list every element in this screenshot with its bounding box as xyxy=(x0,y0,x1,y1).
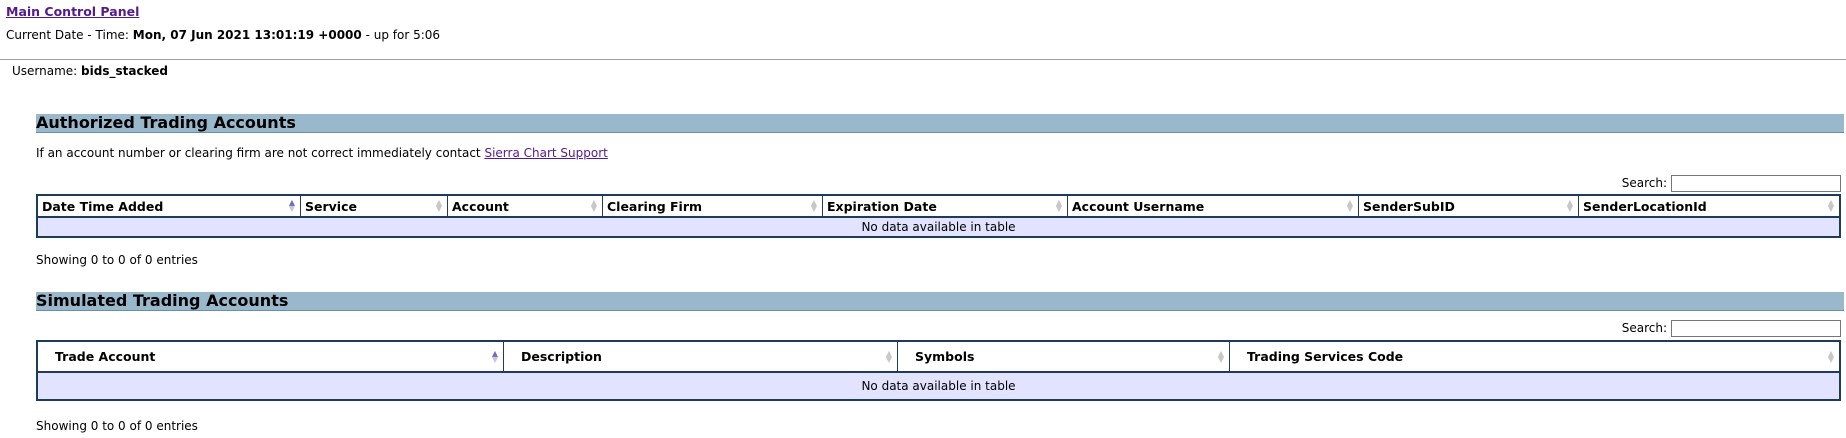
datetime-value: Mon, 07 Jun 2021 13:01:19 +0000 xyxy=(132,28,362,42)
sort-both-icon: ▲ ▼ xyxy=(1827,198,1835,213)
col-account-username[interactable]: Account Username ▲ ▼ xyxy=(1067,194,1359,218)
sort-ascending-icon: ▲ ▼ xyxy=(288,198,296,213)
authorized-accounts-heading: Authorized Trading Accounts xyxy=(36,114,1844,133)
notice-text: If an account number or clearing firm ar… xyxy=(36,146,481,160)
username-value: bids_stacked xyxy=(81,64,168,78)
col-clearing-firm[interactable]: Clearing Firm ▲ ▼ xyxy=(602,194,823,218)
simulated-accounts-heading: Simulated Trading Accounts xyxy=(36,292,1844,311)
col-sendersubid[interactable]: SenderSubID ▲ ▼ xyxy=(1358,194,1579,218)
col-label: Service xyxy=(305,198,357,214)
sort-both-icon: ▲ ▼ xyxy=(1566,198,1574,213)
sort-both-icon: ▲ ▼ xyxy=(885,348,893,364)
authorized-search-input[interactable] xyxy=(1671,175,1841,192)
col-trading-services-code[interactable]: Trading Services Code ▲ ▼ xyxy=(1229,340,1841,373)
header-divider xyxy=(0,59,1846,60)
col-account[interactable]: Account ▲ ▼ xyxy=(447,194,603,218)
username-label: Username: xyxy=(12,64,78,78)
sort-both-icon: ▲ ▼ xyxy=(435,198,443,213)
table-row: No data available in table xyxy=(37,217,1840,237)
authorized-table-info: Showing 0 to 0 of 0 entries xyxy=(36,253,198,267)
current-datetime: Current Date - Time: Mon, 07 Jun 2021 13… xyxy=(6,28,440,42)
empty-table-message: No data available in table xyxy=(37,217,1840,237)
col-description[interactable]: Description ▲ ▼ xyxy=(503,340,898,373)
simulated-search-label: Search: xyxy=(1621,321,1667,335)
col-label: Trade Account xyxy=(55,349,156,364)
col-label: Account xyxy=(452,198,509,214)
sort-both-icon: ▲ ▼ xyxy=(1055,198,1063,213)
authorized-notice: If an account number or clearing firm ar… xyxy=(36,146,608,160)
col-label: Clearing Firm xyxy=(607,198,703,214)
col-label: Description xyxy=(521,349,602,364)
sort-both-icon: ▲ ▼ xyxy=(1827,348,1835,364)
sort-both-icon: ▲ ▼ xyxy=(1346,198,1354,213)
col-label: Account Username xyxy=(1072,198,1205,214)
sort-both-icon: ▲ ▼ xyxy=(590,198,598,213)
uptime-text: - up for 5:06 xyxy=(365,28,441,42)
simulated-accounts-table: Trade Account ▲ ▼ Description ▲ ▼ Symbols … xyxy=(36,340,1841,401)
authorized-search-label: Search: xyxy=(1621,176,1667,190)
col-label: Expiration Date xyxy=(827,198,937,214)
sort-both-icon: ▲ ▼ xyxy=(810,198,818,213)
simulated-search-input[interactable] xyxy=(1671,320,1841,337)
simulated-search: Search: xyxy=(1622,320,1841,337)
col-trade-account[interactable]: Trade Account ▲ ▼ xyxy=(36,340,504,373)
authorized-header-row: Date Time Added ▲ ▼ Service ▲ ▼ Account ▲ ▼… xyxy=(36,194,1841,218)
authorized-accounts-table: Date Time Added ▲ ▼ Service ▲ ▼ Account ▲ ▼… xyxy=(36,194,1841,238)
simulated-header-row: Trade Account ▲ ▼ Description ▲ ▼ Symbols … xyxy=(36,340,1841,373)
username-row: Username: bids_stacked xyxy=(12,64,168,78)
col-label: SenderLocationId xyxy=(1583,198,1707,214)
sierra-chart-support-link[interactable]: Sierra Chart Support xyxy=(484,146,607,160)
simulated-accounts-title: Simulated Trading Accounts xyxy=(36,291,289,310)
authorized-search: Search: xyxy=(1622,175,1841,192)
col-label: SenderSubID xyxy=(1363,198,1455,214)
sort-both-icon: ▲ ▼ xyxy=(1217,348,1225,364)
table-row: No data available in table xyxy=(37,372,1840,400)
simulated-table-info: Showing 0 to 0 of 0 entries xyxy=(36,419,198,433)
col-symbols[interactable]: Symbols ▲ ▼ xyxy=(897,340,1230,373)
col-senderlocationid[interactable]: SenderLocationId ▲ ▼ xyxy=(1578,194,1841,218)
col-date-time-added[interactable]: Date Time Added ▲ ▼ xyxy=(36,194,301,218)
col-label: Symbols xyxy=(915,349,975,364)
authorized-accounts-title: Authorized Trading Accounts xyxy=(36,113,296,132)
col-expiration-date[interactable]: Expiration Date ▲ ▼ xyxy=(822,194,1068,218)
datetime-label: Current Date - Time: xyxy=(6,28,129,42)
empty-table-message: No data available in table xyxy=(37,372,1840,400)
col-service[interactable]: Service ▲ ▼ xyxy=(300,194,448,218)
sort-ascending-icon: ▲ ▼ xyxy=(491,348,499,364)
col-label: Date Time Added xyxy=(42,198,164,214)
main-control-panel-link[interactable]: Main Control Panel xyxy=(6,4,139,19)
col-label: Trading Services Code xyxy=(1247,349,1404,364)
